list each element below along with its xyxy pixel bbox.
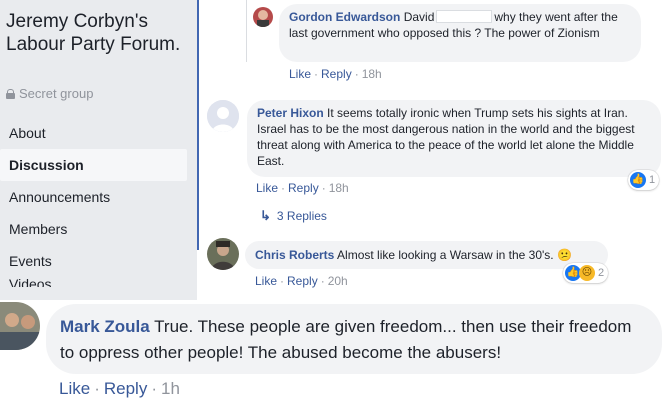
like-link[interactable]: Like [289, 67, 311, 81]
comment-bubble: Peter Hixon It seems totally ironic when… [247, 100, 661, 177]
avatar[interactable] [0, 302, 40, 350]
reaction-summary[interactable]: 👍 ☹ 2 [563, 263, 609, 283]
comment-actions: Like · Reply · 18h [289, 67, 382, 81]
comment-text: Almost like looking a Warsaw in the 30's… [337, 248, 554, 262]
view-replies-link[interactable]: ↳ 3 Replies [260, 208, 327, 224]
comment-actions: Like · Reply · 18h [256, 181, 349, 195]
nav-item-videos[interactable]: Videos [0, 277, 190, 287]
comment-author[interactable]: Peter Hixon [257, 106, 324, 120]
group-title[interactable]: Jeremy Corbyn's Labour Party Forum. [6, 10, 186, 56]
redacted-block [436, 10, 493, 23]
avatar[interactable] [207, 100, 239, 132]
avatar[interactable] [207, 238, 239, 270]
mention-name[interactable]: David [404, 10, 435, 24]
comment-author[interactable]: Mark Zoula [60, 317, 150, 336]
reply-arrow-icon: ↳ [260, 208, 271, 223]
comment-time[interactable]: 18h [362, 67, 382, 81]
nav-item-discussion[interactable]: Discussion [0, 149, 187, 181]
nav-item-announcements[interactable]: Announcements [0, 181, 190, 213]
reaction-count: 1 [649, 174, 656, 186]
comment-bubble: Mark Zoula True. These people are given … [46, 304, 662, 374]
group-sidebar: Jeremy Corbyn's Labour Party Forum. Secr… [0, 0, 197, 300]
sad-reaction-icon: ☹ [579, 265, 595, 281]
nav-item-about[interactable]: About [0, 117, 190, 149]
comment-actions: Like · Reply · 20h [255, 274, 348, 288]
reply-link[interactable]: Reply [287, 274, 318, 288]
confused-emoji-icon: 😕 [556, 248, 572, 262]
group-privacy: Secret group [6, 86, 93, 101]
comment-time[interactable]: 20h [328, 274, 348, 288]
like-link[interactable]: Like [255, 274, 277, 288]
comment-bubble: Gordon Edwardson David why they went afte… [279, 4, 641, 62]
comment-author[interactable]: Gordon Edwardson [289, 10, 400, 24]
like-link[interactable]: Like [59, 379, 90, 398]
comment-author[interactable]: Chris Roberts [255, 248, 334, 262]
group-nav: About Discussion Announcements Members E… [0, 117, 190, 287]
reaction-summary[interactable]: 👍 1 [628, 170, 660, 190]
avatar-photo [0, 302, 40, 350]
comment-time[interactable]: 1h [161, 379, 180, 398]
like-reaction-icon: 👍 [630, 172, 646, 188]
avatar[interactable] [253, 7, 273, 27]
lock-icon [6, 88, 15, 99]
comment-time[interactable]: 18h [329, 181, 349, 195]
reply-link[interactable]: Reply [104, 379, 147, 398]
replies-count: 3 Replies [276, 209, 327, 223]
sidebar-divider [197, 0, 199, 250]
reply-link[interactable]: Reply [288, 181, 319, 195]
comment-actions: Like · Reply · 1h [59, 379, 180, 398]
default-avatar-icon [207, 100, 239, 132]
comment-bubble: Chris Roberts Almost like looking a Wars… [245, 241, 608, 269]
nav-item-events[interactable]: Events [0, 245, 190, 277]
group-privacy-label: Secret group [19, 86, 94, 101]
nav-item-members[interactable]: Members [0, 213, 190, 245]
thread-line [246, 0, 247, 62]
avatar-photo [253, 7, 273, 27]
reaction-count: 2 [598, 267, 605, 279]
reply-link[interactable]: Reply [321, 67, 352, 81]
like-link[interactable]: Like [256, 181, 278, 195]
avatar-photo [207, 238, 239, 270]
